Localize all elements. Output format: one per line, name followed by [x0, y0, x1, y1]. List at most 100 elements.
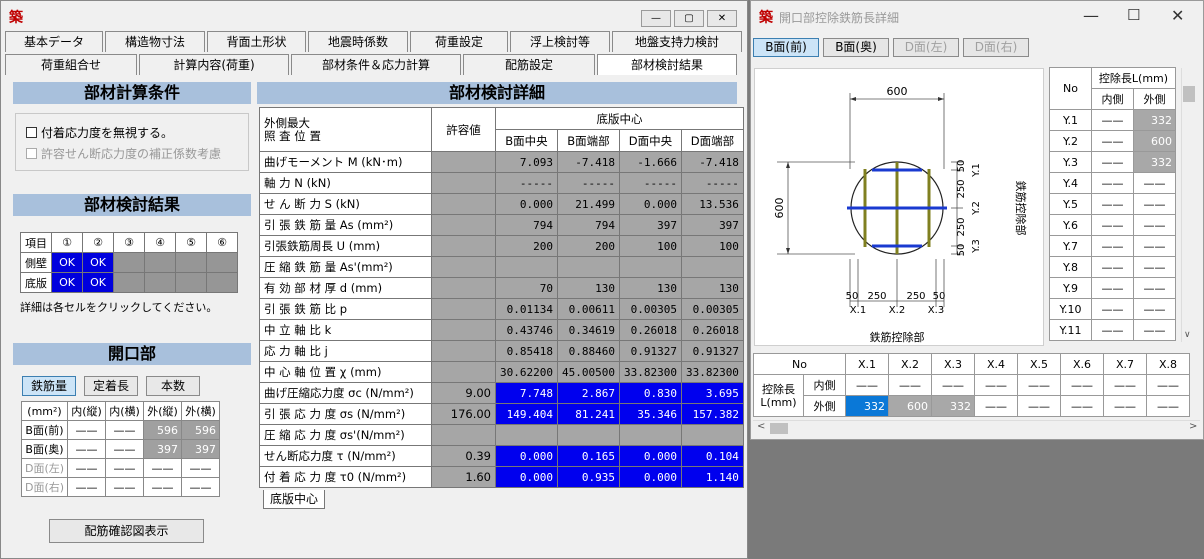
ytable-out[interactable]: —— — [1133, 172, 1176, 194]
bottom-dim-2: 250 — [867, 291, 886, 302]
ytable-in[interactable]: —— — [1091, 151, 1134, 173]
ytable-in[interactable]: —— — [1091, 193, 1134, 215]
maximize-icon[interactable]: ☐ — [1127, 6, 1140, 24]
xtable-out-cell[interactable]: —— — [1017, 395, 1061, 417]
close-icon[interactable]: ✕ — [1171, 6, 1184, 25]
tab-uplift-check[interactable]: 浮上検討等 — [510, 31, 610, 52]
y-table-scrollbar[interactable]: ∨ — [1181, 68, 1196, 342]
tab-backfill-shape[interactable]: 背面土形状 — [207, 31, 306, 52]
results-cell[interactable]: OK — [51, 252, 83, 273]
ytable-in[interactable]: —— — [1091, 172, 1134, 194]
results-cell[interactable]: OK — [51, 272, 83, 293]
x-table-scrollbar[interactable]: < > — [753, 420, 1200, 435]
xtable-in-cell[interactable]: —— — [931, 374, 975, 396]
xtable-out-cell[interactable]: —— — [974, 395, 1018, 417]
xtable-out-cell[interactable]: —— — [1103, 395, 1147, 417]
ytable-out[interactable]: —— — [1133, 298, 1176, 320]
detail-value: 0.01134 — [495, 298, 558, 320]
detail-value: 2.867 — [556, 382, 620, 404]
detail-value: ----- — [680, 172, 744, 194]
xtable-in-cell[interactable]: —— — [1017, 374, 1061, 396]
opening-row-label[interactable]: B面(前) — [21, 420, 68, 440]
tab-member-check-result[interactable]: 部材検討結果 — [597, 54, 737, 75]
ytable-out[interactable]: —— — [1133, 319, 1176, 341]
scroll-thumb[interactable] — [770, 423, 788, 434]
ytable-out[interactable]: 332 — [1133, 109, 1176, 131]
results-cell[interactable]: OK — [82, 272, 114, 293]
detail-row: せ ん 断 力 S (kN) 0.000 21.499 0.000 13.536 — [259, 193, 744, 215]
xtable-in-cell[interactable]: —— — [1146, 374, 1190, 396]
xtable-head-col: X.6 — [1060, 353, 1104, 375]
main-window: 築 — ▢ ✕ 基本データ 構造物寸法 背面土形状 地震時係数 荷重設定 浮上検… — [0, 0, 748, 559]
ytable-in[interactable]: —— — [1091, 298, 1134, 320]
xtable-in-cell[interactable]: —— — [974, 374, 1018, 396]
ytable-in[interactable]: —— — [1091, 235, 1134, 257]
xtable-out-cell[interactable]: 600 — [888, 395, 932, 417]
ytable-in[interactable]: —— — [1091, 256, 1134, 278]
xtable-out-cell[interactable]: —— — [1060, 395, 1104, 417]
minimize-icon[interactable]: — — [1083, 6, 1099, 25]
bottom-tab-bottom-slab[interactable]: 底版中心 — [263, 490, 325, 509]
detail-row: 圧 縮 応 力 度 σs'(N/mm²) — [259, 424, 744, 446]
ytable-out[interactable]: 332 — [1133, 151, 1176, 173]
ytable-in[interactable]: —— — [1091, 319, 1134, 341]
results-head-4: ④ — [144, 232, 176, 253]
ignore-bond-stress-option[interactable]: 付着応力度を無視する。 — [26, 124, 173, 141]
scroll-down-icon[interactable]: ∨ — [1184, 330, 1191, 340]
xtable-in-cell[interactable]: —— — [888, 374, 932, 396]
ytable-in[interactable]: —— — [1091, 109, 1134, 131]
opening-cell: 397 — [181, 439, 220, 459]
opening-table: (mm²) 内(縦) 内(横) 外(縦) 外(横) B面(前) —— —— 59… — [21, 401, 220, 497]
scroll-right-icon[interactable]: > — [1189, 421, 1197, 432]
minimize-button[interactable]: — — [641, 10, 671, 27]
xtable-out-cell[interactable]: —— — [1146, 395, 1190, 417]
tab-basic-data[interactable]: 基本データ — [5, 31, 103, 52]
tab-seismic-coef[interactable]: 地震時係数 — [308, 31, 408, 52]
opening-row-label[interactable]: B面(奥) — [21, 439, 68, 459]
tab-rebar-setting[interactable]: 配筋設定 — [463, 54, 595, 75]
detail-value: 81.241 — [556, 403, 620, 425]
ytable-row: Y.3 —— 332 — [1049, 151, 1176, 173]
tab-calc-content[interactable]: 計算内容(荷重) — [139, 54, 289, 75]
detail-allow-value — [431, 235, 496, 257]
xtable-out-cell[interactable]: 332 — [845, 395, 889, 417]
ytable-out[interactable]: —— — [1133, 256, 1176, 278]
xtable-in-cell[interactable]: —— — [845, 374, 889, 396]
tab-load-setting[interactable]: 荷重設定 — [410, 31, 508, 52]
xtable-in-cell[interactable]: —— — [1060, 374, 1104, 396]
xtable-out-cell[interactable]: 332 — [931, 395, 975, 417]
close-button[interactable]: ✕ — [707, 10, 737, 27]
tab-b-front[interactable]: B面(前) — [753, 38, 819, 57]
ytable-out[interactable]: 600 — [1133, 130, 1176, 152]
ytable-in[interactable]: —— — [1091, 214, 1134, 236]
count-button[interactable]: 本数 — [146, 376, 200, 396]
rebar-amount-button[interactable]: 鉄筋量 — [22, 376, 76, 396]
detail-value: 397 — [680, 214, 744, 236]
detail-allow-value: 0.39 — [431, 445, 496, 467]
bottom-dim-3: 250 — [906, 291, 925, 302]
scroll-left-icon[interactable]: < — [757, 421, 765, 432]
tab-structure-dims[interactable]: 構造物寸法 — [105, 31, 205, 52]
tab-bearing-check[interactable]: 地盤支持力検討 — [612, 31, 742, 52]
results-head-item: 項目 — [20, 232, 52, 253]
ytable-in[interactable]: —— — [1091, 130, 1134, 152]
ytable-out[interactable]: —— — [1133, 277, 1176, 299]
ytable-out[interactable]: —— — [1133, 193, 1176, 215]
detail-row: 中 立 軸 比 k 0.43746 0.34619 0.26018 0.26018 — [259, 319, 744, 341]
tab-load-combination[interactable]: 荷重組合せ — [5, 54, 137, 75]
anchor-length-button[interactable]: 定着長 — [84, 376, 138, 396]
scroll-thumb[interactable] — [1183, 86, 1195, 102]
tab-b-back[interactable]: B面(奥) — [823, 38, 889, 57]
ytable-out[interactable]: —— — [1133, 214, 1176, 236]
app-logo-icon: 築 — [9, 10, 23, 26]
maximize-button[interactable]: ▢ — [674, 10, 704, 27]
tab-member-conditions[interactable]: 部材条件＆応力計算 — [291, 54, 461, 75]
rebar-diagram-button[interactable]: 配筋確認図表示 — [49, 519, 204, 543]
ytable-out[interactable]: —— — [1133, 235, 1176, 257]
xtable-head-no: No — [753, 353, 846, 375]
results-cell[interactable]: OK — [82, 252, 114, 273]
results-head-5: ⑤ — [175, 232, 207, 253]
checkbox-icon[interactable] — [26, 127, 37, 138]
ytable-in[interactable]: —— — [1091, 277, 1134, 299]
xtable-in-cell[interactable]: —— — [1103, 374, 1147, 396]
